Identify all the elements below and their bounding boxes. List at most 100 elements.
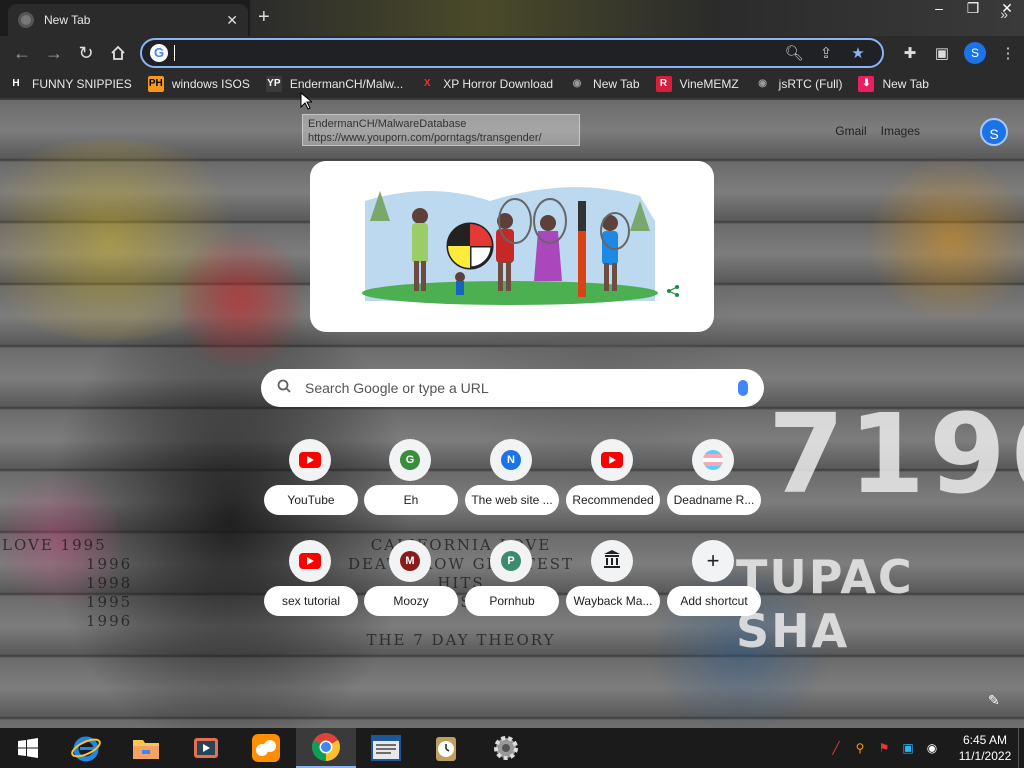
ntp-search-box[interactable]: Search Google or type a URL — [261, 369, 764, 407]
shortcut-tile[interactable]: sex tutorial — [264, 540, 358, 622]
tab-close-icon[interactable]: ✕ — [226, 12, 238, 29]
shortcut-favicon: N — [501, 450, 521, 470]
shortcut-label: Deadname R... — [667, 485, 761, 515]
back-button[interactable]: ← — [6, 37, 38, 69]
bookmark-item[interactable]: X XP Horror Download — [419, 76, 553, 92]
bookmark-label: XP Horror Download — [443, 77, 554, 91]
taskbar-file-explorer[interactable] — [116, 728, 176, 768]
shortcut-favicon: P — [501, 551, 521, 571]
restore-button[interactable]: ❐ — [956, 0, 990, 18]
clock-time: 6:45 AM — [962, 733, 1008, 747]
google-doodle[interactable] — [310, 161, 714, 332]
taskbar-internet-explorer[interactable] — [56, 728, 116, 768]
bookmark-item[interactable]: ⬇ New Tab — [858, 76, 929, 92]
shortcut-favicon — [299, 452, 321, 468]
letter-favicon-icon: M — [389, 540, 431, 582]
microphone-icon[interactable] — [738, 380, 748, 396]
tab-title: New Tab — [44, 13, 91, 27]
wallpaper-year-text: 7196 — [768, 390, 1024, 518]
ntp-header-links: Gmail Images — [835, 124, 920, 138]
new-tab-button[interactable]: + — [258, 6, 270, 28]
bookmark-item[interactable]: H FUNNY SNIPPIES — [8, 76, 132, 92]
doodle-share-icon[interactable] — [666, 284, 680, 301]
shortcut-tile[interactable]: N The web site ... — [465, 439, 559, 521]
taskbar-chrome[interactable] — [296, 728, 356, 768]
taskbar-clock-app[interactable] — [416, 728, 476, 768]
flag-icon[interactable]: ⚑ — [872, 741, 896, 755]
shortcut-tile[interactable]: M Moozy — [364, 540, 458, 622]
letter-favicon-icon: G — [389, 439, 431, 481]
taskbar-media-player[interactable] — [176, 728, 236, 768]
minimize-button[interactable]: – — [922, 0, 956, 18]
pen-tool-icon[interactable]: ╱ — [824, 741, 848, 755]
bookmark-label: VineMEMZ — [679, 77, 739, 91]
bookmark-item[interactable]: ◉ New Tab — [569, 76, 640, 92]
bookmark-favicon-icon: YP — [265, 76, 282, 92]
bookmark-item[interactable]: ◉ jsRTC (Full) — [754, 76, 842, 92]
shortcut-label: Add shortcut — [667, 586, 761, 616]
bookmarks-overflow-chevron-icon[interactable]: » — [1000, 6, 1008, 22]
taskbar-settings-app[interactable] — [476, 728, 536, 768]
shortcut-favicon — [601, 452, 623, 468]
forward-button[interactable]: → — [38, 37, 70, 69]
shortcut-label: Moozy — [364, 586, 458, 616]
internet-explorer-icon — [71, 736, 101, 762]
shortcut-favicon: + — [706, 548, 720, 573]
clock-date: 11/1/2022 — [958, 749, 1012, 763]
shortcut-tile[interactable]: YouTube — [264, 439, 358, 521]
windows-taskbar: ╱ ⚲ ⚑ ▣ ◉ 6:45 AM 11/1/2022 — [0, 728, 1024, 768]
shortcut-label: Eh — [364, 485, 458, 515]
shortcut-tile[interactable]: Recommended — [566, 439, 660, 521]
shortcut-tile[interactable]: Wayback Ma... — [566, 540, 660, 622]
home-icon — [111, 45, 125, 60]
taskbar-clock[interactable]: 6:45 AM 11/1/2022 — [952, 732, 1018, 764]
letter-favicon-icon: P — [490, 540, 532, 582]
shortcut-tile[interactable]: G Eh — [364, 439, 458, 521]
show-desktop-button[interactable] — [1018, 728, 1024, 768]
search-icon — [277, 379, 291, 397]
side-panel-icon[interactable]: ▣ — [926, 44, 958, 62]
bookmark-favicon-icon: ◉ — [569, 76, 586, 92]
images-link[interactable]: Images — [881, 124, 920, 138]
youtube-icon — [591, 439, 633, 481]
toolbar-right: ✚ ▣ S ⋮ — [894, 36, 1024, 70]
zoom-icon[interactable]: 🔍︎ — [778, 44, 810, 62]
menu-kebab-icon[interactable]: ⋮ — [992, 44, 1024, 62]
google-search-icon: G — [150, 44, 168, 62]
tab-new-tab[interactable]: New Tab ✕ — [8, 4, 248, 36]
bookmark-label: New Tab — [593, 77, 640, 91]
system-tray: ╱ ⚲ ⚑ ▣ ◉ 6:45 AM 11/1/2022 — [824, 728, 1024, 768]
bookmark-favicon-icon: X — [419, 76, 436, 92]
add-shortcut-button[interactable]: + Add shortcut — [667, 540, 761, 622]
taskbar-uc-browser[interactable] — [236, 728, 296, 768]
shortcut-favicon — [602, 549, 622, 574]
google-account-avatar[interactable]: S — [980, 118, 1008, 146]
shortcut-tile[interactable]: Deadname R... — [667, 439, 761, 521]
bookmark-star-icon[interactable]: ★ — [842, 44, 874, 62]
address-bar[interactable]: G 🔍︎ ⇪ ★ — [140, 38, 884, 68]
omnibox-input[interactable] — [174, 45, 778, 61]
profile-avatar[interactable]: S — [964, 42, 986, 64]
folder-icon — [133, 740, 159, 759]
volume-icon[interactable]: ◉ — [920, 741, 944, 755]
network-monitor-icon[interactable]: ▣ — [896, 741, 920, 755]
gmail-link[interactable]: Gmail — [835, 124, 866, 138]
mouse-cursor-icon — [300, 92, 312, 110]
customize-pencil-icon[interactable]: ✎ — [988, 692, 1000, 709]
reload-button[interactable]: ↻ — [70, 37, 102, 69]
extensions-puzzle-icon[interactable]: ✚ — [894, 44, 926, 62]
bookmark-item[interactable]: YP EndermanCH/Malw... — [265, 76, 403, 92]
start-button[interactable] — [0, 728, 56, 768]
home-button[interactable] — [102, 37, 134, 69]
plus-icon: + — [692, 540, 734, 582]
share-icon[interactable]: ⇪ — [810, 44, 842, 62]
search-placeholder[interactable]: Search Google or type a URL — [305, 380, 738, 396]
bookmark-item[interactable]: R VineMEMZ — [655, 76, 739, 92]
shortcut-tile[interactable]: P Pornhub — [465, 540, 559, 622]
taskbar-notepad-app[interactable] — [356, 728, 416, 768]
search-tray-icon[interactable]: ⚲ — [848, 741, 872, 755]
shortcut-favicon: G — [400, 450, 420, 470]
shortcut-favicon — [703, 450, 723, 470]
bookmark-label: FUNNY SNIPPIES — [32, 77, 132, 91]
bookmark-item[interactable]: PH windows ISOS — [147, 76, 250, 92]
